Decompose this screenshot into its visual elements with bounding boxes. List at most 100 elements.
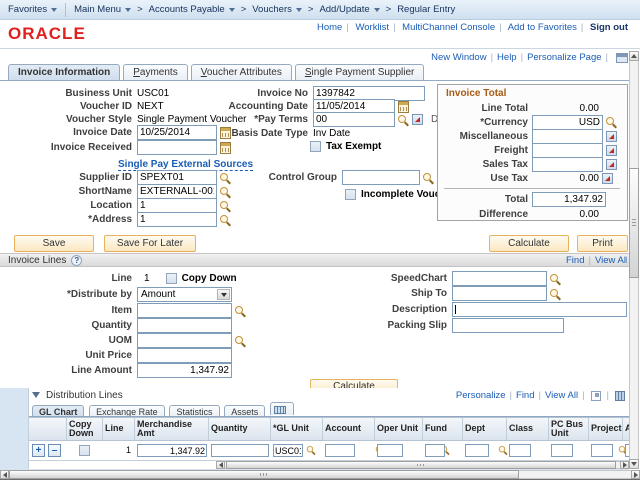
row-dept-input[interactable] — [465, 444, 489, 457]
save-for-later-button[interactable]: Save For Later — [104, 235, 196, 252]
collapse-triangle-icon[interactable] — [32, 392, 40, 398]
lookup-icon[interactable] — [219, 214, 231, 226]
vscrollbar-thumb[interactable] — [629, 168, 639, 278]
hscrollbar-right-arrow[interactable] — [631, 470, 640, 479]
help-link[interactable]: Help — [497, 52, 517, 63]
worklist-link[interactable]: Worklist — [355, 22, 389, 33]
vscrollbar-down-arrow[interactable] — [629, 459, 639, 469]
add-to-favorites-link[interactable]: Add to Favorites — [508, 22, 577, 33]
add-row-button[interactable]: + — [32, 444, 45, 457]
freight-input[interactable] — [532, 143, 603, 158]
lookup-icon[interactable] — [219, 200, 231, 212]
dist-find-link[interactable]: Find — [516, 390, 534, 401]
tab-voucher-attributes[interactable]: Voucher Attributes — [191, 64, 292, 80]
single-pay-external-sources-link[interactable]: Single Pay External Sources — [118, 159, 253, 171]
invoice-date-input[interactable] — [137, 125, 217, 140]
save-button[interactable]: Save — [14, 235, 94, 252]
lookup-icon[interactable] — [397, 114, 409, 126]
personalize-link[interactable]: Personalize — [456, 390, 506, 401]
nav-add-update[interactable]: Add/Update — [319, 4, 379, 15]
address-input[interactable] — [137, 212, 217, 227]
calculate-button[interactable]: Calculate — [489, 235, 569, 252]
row-project-input[interactable] — [591, 444, 613, 457]
distribute-by-select[interactable]: Amount — [137, 287, 232, 302]
grid-hscrollbar-right-arrow[interactable] — [620, 461, 629, 469]
home-link[interactable]: Home — [317, 22, 342, 33]
pay-terms-input[interactable] — [313, 112, 395, 127]
sign-out-link[interactable]: Sign out — [590, 22, 628, 33]
delete-row-button[interactable]: – — [48, 444, 61, 457]
uom-input[interactable] — [137, 333, 232, 348]
row-gl-unit-input[interactable] — [273, 444, 303, 457]
row-class-input[interactable] — [509, 444, 531, 457]
total-input[interactable] — [532, 192, 606, 207]
nav-favorites[interactable]: Favorites — [8, 4, 57, 15]
copy-down-checkbox[interactable] — [166, 273, 177, 284]
speedchart-input[interactable] — [452, 271, 547, 286]
nav-accounts-payable[interactable]: Accounts Payable — [149, 4, 235, 15]
find-link[interactable]: Find — [566, 255, 584, 266]
lookup-icon[interactable] — [422, 172, 434, 184]
quantity-input[interactable] — [137, 318, 232, 333]
drilldown-icon[interactable] — [602, 173, 613, 184]
lookup-icon[interactable] — [219, 172, 231, 184]
lookup-icon[interactable] — [306, 445, 316, 455]
tab-payments[interactable]: Payments — [123, 64, 187, 80]
row-account-input[interactable] — [325, 444, 355, 457]
vscrollbar-up-arrow[interactable] — [629, 51, 639, 61]
calendar-icon[interactable] — [220, 142, 231, 154]
lookup-icon[interactable] — [498, 445, 508, 455]
unit-price-input[interactable] — [137, 348, 232, 363]
drilldown-icon[interactable] — [606, 159, 617, 170]
nav-main-menu[interactable]: Main Menu — [74, 4, 131, 15]
line-amount-input[interactable] — [137, 363, 232, 378]
hscrollbar-left-arrow[interactable] — [0, 470, 9, 479]
ship-to-input[interactable] — [452, 286, 547, 301]
window-icon[interactable] — [616, 53, 628, 63]
multichannel-console-link[interactable]: MultiChannel Console — [402, 22, 495, 33]
shortname-input[interactable] — [137, 184, 217, 199]
lookup-icon[interactable] — [605, 116, 617, 128]
row-oper-unit-input[interactable] — [377, 444, 403, 457]
row-copy-down-checkbox[interactable] — [79, 445, 90, 456]
tab-invoice-information[interactable]: Invoice Information — [8, 64, 120, 80]
row-merchandise-amt-input[interactable] — [137, 444, 207, 457]
currency-input[interactable] — [532, 115, 603, 130]
row-pc-bus-unit-input[interactable] — [551, 444, 573, 457]
sales-tax-input[interactable] — [532, 157, 603, 172]
drilldown-icon[interactable] — [606, 131, 617, 142]
row-quantity-input[interactable] — [211, 444, 269, 457]
item-input[interactable] — [137, 303, 232, 318]
tax-exempt-checkbox[interactable] — [310, 141, 321, 152]
zoom-grid-icon[interactable] — [591, 391, 601, 401]
lookup-icon[interactable] — [219, 186, 231, 198]
download-icon[interactable] — [615, 391, 625, 401]
drilldown-icon[interactable] — [606, 145, 617, 156]
help-icon[interactable] — [71, 255, 82, 266]
lookup-icon[interactable] — [234, 305, 246, 317]
calendar-icon[interactable] — [398, 101, 409, 113]
supplier-id-input[interactable] — [137, 170, 217, 185]
packing-slip-input[interactable] — [452, 318, 564, 333]
grid-hscrollbar-thumb[interactable] — [226, 461, 616, 469]
drilldown-icon[interactable] — [412, 114, 423, 125]
view-all-link[interactable]: View All — [595, 255, 627, 266]
lookup-icon[interactable] — [234, 335, 246, 347]
show-all-columns-icon[interactable] — [270, 402, 294, 415]
lookup-icon[interactable] — [549, 288, 561, 300]
print-button[interactable]: Print — [577, 235, 628, 252]
personalize-page-link[interactable]: Personalize Page — [527, 52, 601, 63]
dist-view-all-link[interactable]: View All — [545, 390, 578, 401]
grid-hscrollbar-left-arrow[interactable] — [216, 461, 225, 469]
lookup-icon[interactable] — [549, 273, 561, 285]
miscellaneous-input[interactable] — [532, 129, 603, 144]
tab-single-payment-supplier[interactable]: Single Payment Supplier — [295, 64, 425, 80]
new-window-link[interactable]: New Window — [431, 52, 486, 63]
row-fund-input[interactable] — [425, 444, 445, 457]
invoice-received-input[interactable] — [137, 140, 217, 155]
description-input[interactable] — [452, 302, 627, 317]
incomplete-voucher-checkbox[interactable] — [345, 189, 356, 200]
control-group-input[interactable] — [342, 170, 420, 185]
location-input[interactable] — [137, 198, 217, 213]
hscrollbar-thumb[interactable] — [9, 470, 519, 479]
